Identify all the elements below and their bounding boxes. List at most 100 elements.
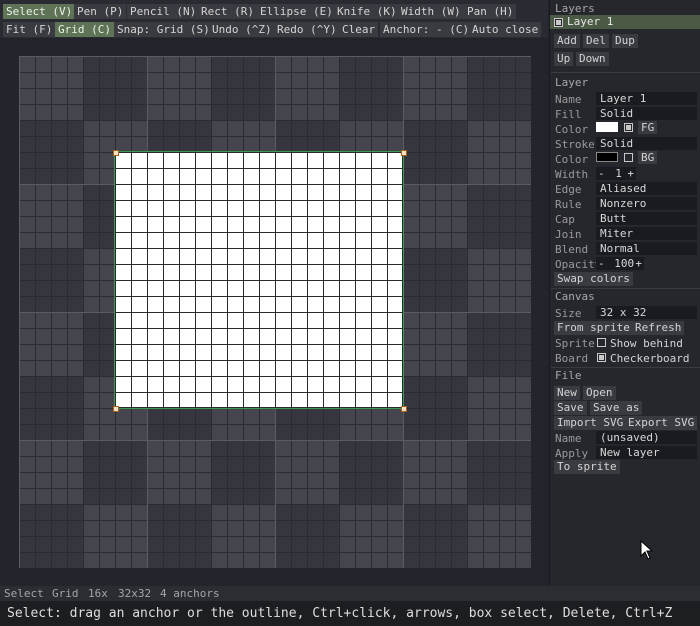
- undo-button[interactable]: Undo (^Z): [209, 22, 275, 37]
- status-size: 32x32: [118, 587, 152, 600]
- apply-label: Apply: [555, 447, 589, 460]
- save-button[interactable]: Save: [554, 401, 587, 415]
- divider: [551, 288, 700, 289]
- canvas-size-input[interactable]: 32 x 32: [596, 306, 697, 319]
- divider: [551, 72, 700, 73]
- join-label: Join: [555, 228, 582, 241]
- redo-button[interactable]: Redo (^Y): [274, 22, 340, 37]
- board-label: Board: [555, 352, 589, 365]
- stroke-enabled-checkbox[interactable]: [624, 153, 633, 162]
- mouse-cursor-icon: [640, 540, 654, 560]
- fill-color-label: Color: [555, 123, 589, 136]
- stroke-select[interactable]: Solid: [596, 137, 697, 150]
- fill-fg-button[interactable]: FG: [638, 121, 658, 134]
- move-layer-down-button[interactable]: Down: [576, 52, 609, 66]
- grid-button[interactable]: Grid (C): [55, 22, 114, 37]
- canvas-title: Canvas: [555, 290, 595, 303]
- stroke-width-stepper[interactable]: - 1 +: [596, 167, 636, 180]
- line-cap-select[interactable]: Butt: [596, 212, 697, 225]
- tool-width-button[interactable]: Width (W): [398, 4, 464, 19]
- toolbar-view: Fit (F) Grid (C) Snap: Grid (S) Undo (^Z…: [0, 19, 548, 38]
- stroke-bg-button[interactable]: BG: [638, 151, 658, 164]
- fill-color-swatch[interactable]: [596, 122, 618, 132]
- file-name-label: Name: [555, 432, 582, 445]
- status-bar: Select Grid 16x 32x32 4 anchors: [0, 586, 700, 601]
- stroke-color-swatch[interactable]: [596, 152, 618, 162]
- edge-select[interactable]: Aliased: [596, 182, 697, 195]
- show-behind-checkbox[interactable]: [597, 338, 606, 347]
- width-increment-button[interactable]: +: [627, 167, 634, 180]
- layer-visible-checkbox[interactable]: [554, 18, 563, 27]
- width-decrement-button[interactable]: -: [598, 167, 605, 180]
- import-svg-button[interactable]: Import SVG: [554, 416, 627, 430]
- apply-select[interactable]: New layer: [596, 446, 697, 459]
- fill-label: Fill: [555, 108, 582, 121]
- new-file-button[interactable]: New: [554, 386, 580, 400]
- hint-bar: Select: drag an anchor or the outline, C…: [0, 601, 700, 626]
- tool-select-button[interactable]: Select (V): [3, 4, 76, 19]
- cap-label: Cap: [555, 213, 575, 226]
- hint-text: Select: drag an anchor or the outline, C…: [7, 606, 673, 621]
- move-layer-up-button[interactable]: Up: [554, 52, 574, 66]
- swap-colors-button[interactable]: Swap colors: [554, 272, 633, 286]
- opacity-increment-button[interactable]: +: [635, 257, 642, 270]
- stroke-color-label: Color: [555, 153, 589, 166]
- tool-ellipse-button[interactable]: Ellipse (E): [257, 4, 336, 19]
- auto-close-button[interactable]: Auto close: [469, 22, 542, 37]
- line-join-select[interactable]: Miter: [596, 227, 697, 240]
- fill-rule-select[interactable]: Nonzero: [596, 197, 697, 210]
- add-layer-button[interactable]: Add: [554, 34, 580, 48]
- width-value: 1: [615, 167, 622, 180]
- opacity-value: 100: [614, 257, 635, 270]
- stroke-label: Stroke: [555, 138, 595, 151]
- blend-mode-select[interactable]: Normal: [596, 242, 697, 255]
- status-anchor-count: 4 anchors: [160, 587, 220, 600]
- layer-list-item[interactable]: Layer 1: [550, 15, 700, 29]
- blend-label: Blend: [555, 243, 589, 256]
- status-zoom: 16x: [88, 587, 108, 600]
- divider: [551, 367, 700, 368]
- from-sprite-button[interactable]: From sprite: [554, 321, 633, 335]
- tool-rect-button[interactable]: Rect (R): [198, 4, 257, 19]
- tool-pencil-button[interactable]: Pencil (N): [127, 4, 200, 19]
- tool-knife-button[interactable]: Knife (K): [334, 4, 400, 19]
- anchor-mode-button[interactable]: Anchor: - (C): [380, 22, 473, 37]
- size-label: Size: [555, 307, 582, 320]
- save-as-button[interactable]: Save as: [590, 401, 643, 415]
- opacity-label: Opacity: [555, 258, 602, 271]
- file-name-input[interactable]: (unsaved): [596, 431, 697, 444]
- fill-select[interactable]: Solid: [596, 107, 697, 120]
- layer-props-title: Layer: [555, 76, 589, 89]
- name-label: Name: [555, 93, 582, 106]
- status-tool: Select: [4, 587, 44, 600]
- tool-pan-button[interactable]: Pan (H): [464, 4, 517, 19]
- layer-item-label: Layer 1: [567, 15, 614, 28]
- to-sprite-button[interactable]: To sprite: [554, 460, 620, 474]
- checkerboard[interactable]: [19, 56, 531, 568]
- snap-grid-button[interactable]: Snap: Grid (S): [114, 22, 213, 37]
- refresh-button[interactable]: Refresh: [632, 321, 685, 335]
- checkerboard-label: Checkerboard: [610, 352, 690, 365]
- status-grid: Grid: [52, 587, 79, 600]
- export-svg-button[interactable]: Export SVG: [625, 416, 698, 430]
- tool-pen-button[interactable]: Pen (P): [74, 4, 127, 19]
- file-title: File: [555, 369, 582, 382]
- width-label: Width: [555, 168, 589, 181]
- side-panel: Layers Layer 1 Add Del Dup Up Down Layer…: [549, 0, 700, 586]
- delete-layer-button[interactable]: Del: [583, 34, 609, 48]
- checkerboard-checkbox[interactable]: [597, 353, 606, 362]
- fill-enabled-checkbox[interactable]: [624, 123, 633, 132]
- clear-button[interactable]: Clear: [339, 22, 379, 37]
- duplicate-layer-button[interactable]: Dup: [612, 34, 638, 48]
- layers-title: Layers: [555, 2, 595, 15]
- opacity-decrement-button[interactable]: -: [598, 257, 605, 270]
- sprite-label: Sprite: [555, 337, 595, 350]
- canvas-area[interactable]: [0, 40, 548, 586]
- layer-name-input[interactable]: Layer 1: [596, 92, 697, 105]
- fit-button[interactable]: Fit (F): [3, 22, 56, 37]
- open-file-button[interactable]: Open: [583, 386, 616, 400]
- rule-label: Rule: [555, 198, 582, 211]
- show-behind-label: Show behind: [610, 337, 683, 350]
- toolbar-tools: Select (V) Pen (P) Pencil (N) Rect (R) E…: [0, 0, 548, 19]
- opacity-stepper[interactable]: - 100 +: [596, 257, 644, 270]
